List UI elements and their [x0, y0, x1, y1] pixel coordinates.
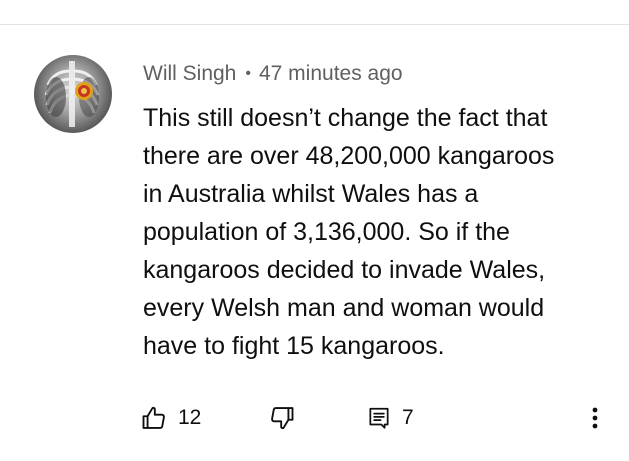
reply-count: 7: [402, 406, 414, 429]
thumbs-up-icon: [140, 404, 168, 432]
dislike-button[interactable]: [268, 400, 296, 436]
meta-separator: •: [245, 65, 251, 82]
avatar[interactable]: [34, 55, 112, 133]
comment-text: This still doesn’t change the fact that …: [143, 104, 555, 360]
comment-timestamp[interactable]: 47 minutes ago: [259, 62, 403, 86]
like-button[interactable]: 12: [140, 400, 201, 436]
like-count: 12: [178, 406, 202, 429]
more-options-button[interactable]: [588, 400, 602, 436]
comment-actions: 12 7: [140, 400, 610, 436]
avatar-image: [44, 61, 100, 127]
reply-button[interactable]: 7: [366, 400, 414, 436]
author-name[interactable]: Will Singh: [143, 62, 236, 86]
comment-meta: Will Singh • 47 minutes ago: [143, 60, 403, 88]
thumbs-down-icon: [268, 404, 296, 432]
comment: Will Singh • 47 minutes ago This still d…: [0, 0, 629, 461]
comment-icon: [366, 405, 392, 431]
more-vertical-icon: [588, 404, 602, 432]
